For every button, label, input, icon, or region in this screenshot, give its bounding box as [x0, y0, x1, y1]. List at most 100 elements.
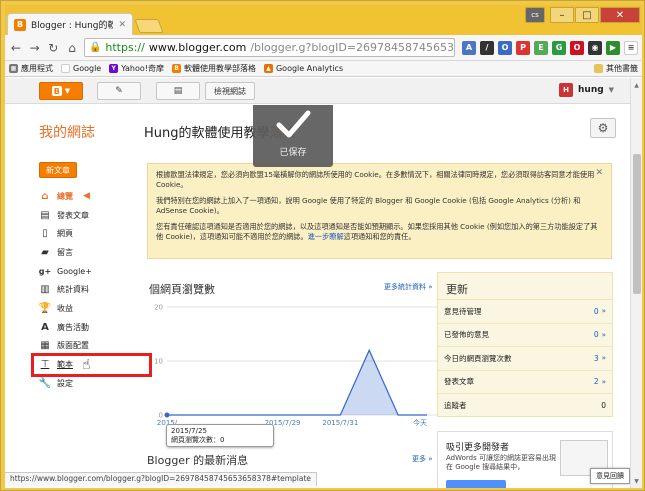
- blogger-logo-icon: B: [51, 86, 62, 96]
- layout-icon: ▦: [40, 340, 50, 352]
- chart-title: 個網頁瀏覽數: [149, 283, 215, 296]
- pencil-icon: ✎: [115, 86, 123, 96]
- translate-extension-icon[interactable]: A: [462, 40, 476, 55]
- template-highlight-box: [31, 353, 152, 377]
- pdf-extension-icon[interactable]: P: [516, 40, 530, 55]
- eye-extension-icon[interactable]: ◉: [588, 40, 602, 55]
- chevron-down-icon: ▼: [64, 87, 71, 95]
- updates-row[interactable]: 意見待管理 0»: [438, 300, 612, 324]
- feedback-button[interactable]: 意見回饋: [590, 468, 630, 484]
- evernote-extension-icon[interactable]: E: [534, 40, 548, 55]
- folder-icon: [594, 64, 603, 73]
- double-arrow-icon: »: [601, 377, 606, 386]
- url-path: /blogger.g?blogID=2697845874565365837​8#…: [250, 41, 455, 54]
- opera-extension-icon[interactable]: O: [570, 40, 584, 55]
- updates-row[interactable]: 已發佈的意見 0»: [438, 324, 612, 347]
- learn-more-link[interactable]: 進一步瞭解: [308, 232, 344, 241]
- home-icon: ⌂: [41, 190, 49, 202]
- close-window-button[interactable]: ✕: [600, 7, 640, 23]
- avatar: H: [559, 83, 573, 97]
- bookmark-google[interactable]: Google: [61, 64, 101, 73]
- url-scheme: https://: [105, 41, 145, 54]
- green-extension-icon[interactable]: G: [552, 40, 566, 55]
- updates-row: 追蹤者 0: [444, 401, 606, 411]
- gear-icon[interactable]: ⚙: [590, 118, 616, 138]
- bookmarks-bar: ▦ 應用程式 Google Y Yahoo!奇摩 B 軟體使用教學部落格 ▲ Googl…: [5, 61, 642, 77]
- new-post-button[interactable]: 新文章: [39, 162, 77, 178]
- lock-icon: 🔒: [88, 42, 102, 53]
- view-blog-button[interactable]: 檢視網誌: [205, 82, 255, 100]
- more-stats-link[interactable]: 更多統計資料 »: [384, 282, 433, 292]
- toast-text: 已保存: [279, 147, 307, 158]
- bookmark-apps[interactable]: ▦ 應用程式: [9, 63, 53, 74]
- browser-toolbar: ← → ↻ ⌂ 🔒 https://www.blogger.com/blogge…: [5, 35, 642, 61]
- sidebar-item-comments[interactable]: ▰ 留言: [39, 243, 149, 262]
- tab-close-icon[interactable]: ✕: [118, 20, 126, 30]
- data-point: [164, 412, 170, 418]
- new-post-pencil-button[interactable]: ✎: [97, 82, 141, 100]
- user-menu[interactable]: H hung ▼: [559, 83, 614, 97]
- reload-icon[interactable]: ↻: [46, 41, 60, 55]
- blog-list-title[interactable]: 我的網誌: [39, 122, 95, 142]
- sidebar-item-overview[interactable]: ⌂ 總覽 ◀: [39, 187, 149, 206]
- scrollbar-thumb[interactable]: [633, 154, 641, 294]
- sidebar-item-pages[interactable]: ▯ 網頁: [39, 224, 149, 243]
- back-icon[interactable]: ←: [9, 41, 23, 55]
- tab-blogger[interactable]: B Blogger : Hung的軟體使 ✕: [7, 13, 133, 35]
- latest-more-link[interactable]: 更多 »: [412, 454, 433, 464]
- scrollbar[interactable]: ▲ ▼: [630, 78, 642, 488]
- sidebar-item-earnings[interactable]: 🏆 收益: [39, 299, 149, 318]
- new-tab-button[interactable]: [134, 19, 164, 33]
- double-arrow-icon: »: [601, 354, 606, 363]
- sidebar-item-stats[interactable]: ▥ 統計資料: [39, 280, 149, 299]
- cast-extension-icon[interactable]: ▶: [606, 40, 620, 55]
- browser: B Blogger : Hung的軟體使 ✕ cs – □ ✕ ← → ↻ ⌂ …: [5, 5, 642, 488]
- posts-icon: ▤: [40, 209, 50, 221]
- y-tick-label: 10: [154, 358, 163, 366]
- adwords-promo: 吸引更多開發者 AdWords 可讓您的網誌更容易出現在 Google 搜尋結果…: [437, 431, 613, 488]
- bookmark-analytics[interactable]: ▲ Google Analytics: [263, 64, 343, 73]
- earnings-icon: 🏆: [38, 302, 52, 314]
- browser-window: B Blogger : Hung的軟體使 ✕ cs – □ ✕ ← → ↻ ⌂ …: [0, 0, 645, 491]
- cookie-notice: ✕ 根據歐盟法律規定，您必須向歐盟15毫橫解你的網誌所使用的 Cookie。在多…: [147, 163, 612, 259]
- window-controls: cs – □ ✕: [525, 7, 640, 23]
- bookmark-other[interactable]: 其他書籤: [594, 63, 638, 74]
- blogger-favicon-icon: B: [14, 18, 26, 31]
- double-arrow-icon: »: [601, 307, 606, 316]
- forward-icon[interactable]: →: [28, 41, 42, 55]
- username: hung: [578, 85, 604, 95]
- pageviews-panel: 個網頁瀏覽數 更多統計資料 » 0 10 20 2015/2015/7/29 2015/…: [147, 275, 437, 447]
- maximize-button[interactable]: □: [575, 7, 599, 23]
- address-bar[interactable]: 🔒 https://www.blogger.com/blogger.g?blog…: [83, 38, 455, 57]
- cookie-paragraph: 您有責任確認這項通知是否適用於您的網誌，以及這項通知是否能如預期顯示。如果您採用…: [156, 222, 598, 241]
- chart-tooltip: 2015/7/25 網頁瀏覽次數：0: [166, 424, 274, 447]
- updates-title: 更新: [438, 273, 612, 300]
- posts-list-icon: ▤: [173, 86, 183, 96]
- updates-panel: 更新 意見待管理 0» 已發佈的意見 0» 今日的網頁瀏覽次數 3» 發表文章 …: [437, 272, 613, 417]
- updates-row[interactable]: 今日的網頁瀏覽次數 3»: [438, 347, 612, 371]
- promo-button[interactable]: [446, 480, 506, 488]
- sidebar-item-posts[interactable]: ▤ 發表文章: [39, 206, 149, 225]
- view-posts-button[interactable]: ▤: [156, 82, 200, 100]
- dropper-extension-icon[interactable]: /: [480, 40, 494, 55]
- blank-page-icon: [61, 64, 70, 73]
- cookie-paragraph: 根據歐盟法律規定，您必須向歐盟15毫橫解你的網誌所使用的 Cookie。在多數情…: [156, 170, 595, 189]
- updates-row[interactable]: 發表文章 2»: [438, 371, 612, 394]
- blogger-logo-button[interactable]: B ▼: [39, 82, 83, 100]
- minimize-button[interactable]: –: [550, 7, 574, 23]
- menu-icon[interactable]: ≡: [624, 40, 638, 55]
- bookmark-yahoo[interactable]: Y Yahoo!奇摩: [109, 63, 164, 74]
- scroll-down-icon[interactable]: ▼: [631, 476, 642, 486]
- close-icon[interactable]: ✕: [595, 168, 603, 178]
- profile-badge[interactable]: cs: [525, 7, 545, 23]
- megaphone-icon: ◀: [83, 191, 90, 202]
- pageviews-chart: 010202015/2015/7/29 2015/7/31 今天: [154, 304, 437, 427]
- dashboard-main: 我的網誌 Hung的軟體使用教學落格 ⚙ 新文章 ⌂ 總覽 ◀ ▤ 發表文章 ▯…: [5, 105, 630, 488]
- scroll-up-icon[interactable]: ▲: [631, 80, 642, 90]
- home-button-icon[interactable]: ⌂: [65, 41, 79, 55]
- bookmark-software-blog[interactable]: B 軟體使用教學部落格: [171, 63, 256, 74]
- sidebar-item-google-plus[interactable]: g+ Google+: [39, 262, 149, 281]
- sidebar-item-campaigns[interactable]: A 廣告活動: [39, 318, 149, 337]
- outlook-extension-icon[interactable]: O: [498, 40, 512, 55]
- chevron-down-icon: ▼: [608, 86, 615, 94]
